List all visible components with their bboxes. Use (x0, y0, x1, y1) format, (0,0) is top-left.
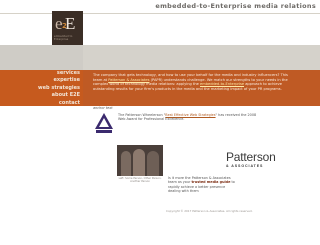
person-silhouette (133, 149, 145, 176)
gray-band-inner (83, 45, 320, 70)
photo-caption: Left: Some Person, Other Person, Another… (118, 177, 162, 184)
team-photo (117, 145, 163, 176)
main-nav: services expertise web strategies about … (0, 70, 83, 107)
patterson-link[interactable]: Patterson & Associates (108, 78, 149, 82)
award-paragraph: The Patterson Wheelerson "Best Effective… (118, 113, 258, 122)
anchor-label: anchor text (93, 106, 113, 110)
patterson-logo[interactable]: Patterson & ASSOCIATES (226, 151, 276, 168)
pitch-paragraph: Is it more the Patterson & Associates te… (168, 176, 236, 193)
patterson-associates: & ASSOCIATES (226, 164, 264, 168)
intro-paragraph: The company that gets technology, and ho… (93, 73, 293, 91)
award-link[interactable]: Best Effective Web Strategies (165, 113, 215, 117)
nav-item-contact[interactable]: contact (0, 100, 80, 107)
patterson-name: Patterson (226, 150, 276, 164)
site-tagline: embedded-to-Enterprise media relations (155, 2, 316, 10)
copyright-text: Copyright © 2017 Patterson & Associates.… (166, 209, 253, 213)
award-triangle-icon (95, 113, 113, 133)
nav-item-services[interactable]: services (0, 70, 80, 77)
top-bar: embedded-to-Enterprise media relations (0, 0, 320, 13)
logo-subtext: embedded to Enterprise (54, 35, 73, 42)
person-silhouette (147, 151, 159, 176)
header-left-strip (0, 14, 52, 45)
logo-letter-E: E (65, 14, 76, 33)
nav-item-about[interactable]: about E2E (0, 92, 80, 99)
award-text-1: The Patterson Wheelerson " (118, 113, 166, 117)
person-silhouette (121, 151, 131, 176)
nav-item-web-strategies[interactable]: web strategies (0, 85, 80, 92)
nav-item-expertise[interactable]: expertise (0, 77, 80, 84)
header-right-area (83, 14, 320, 45)
site-logo[interactable]: e 2 E embedded to Enterprise (52, 11, 83, 45)
e2e-link[interactable]: embedded-to-Enterprise (200, 82, 244, 86)
